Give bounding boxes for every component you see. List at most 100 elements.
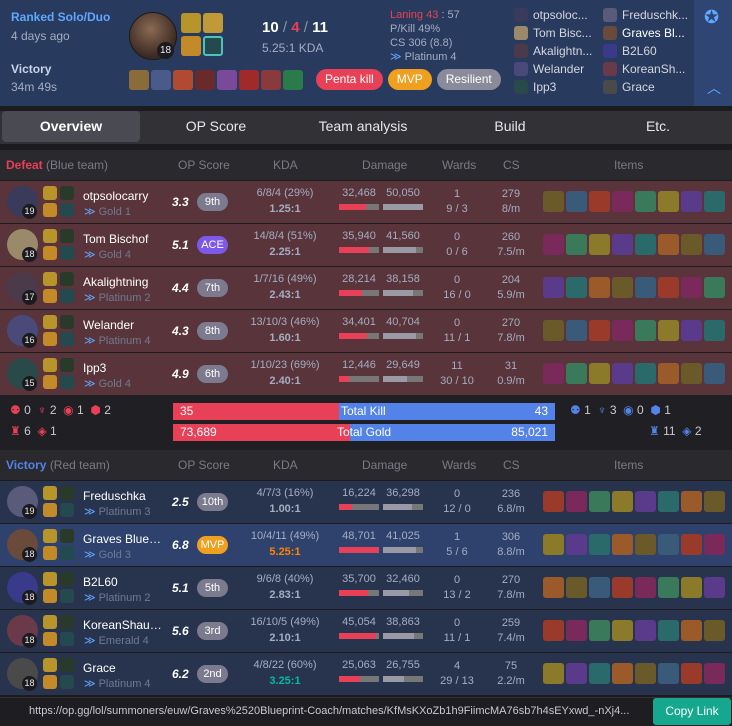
item-icon[interactable] bbox=[681, 663, 702, 684]
item-icon[interactable] bbox=[589, 320, 610, 341]
rune-icon[interactable] bbox=[60, 272, 74, 286]
item-icon[interactable] bbox=[681, 363, 702, 384]
item-icon[interactable] bbox=[589, 663, 610, 684]
rune-icon[interactable] bbox=[203, 36, 223, 56]
spell-icon[interactable] bbox=[43, 315, 57, 329]
item-icon[interactable] bbox=[261, 70, 281, 90]
item-icon[interactable] bbox=[566, 277, 587, 298]
item-icon[interactable] bbox=[543, 277, 564, 298]
rune-icon[interactable] bbox=[60, 503, 74, 517]
item-icon[interactable] bbox=[195, 70, 215, 90]
item-icon[interactable] bbox=[566, 577, 587, 598]
player-name[interactable]: Akalightning bbox=[83, 275, 165, 289]
player-name[interactable]: Tom Bischof bbox=[83, 232, 165, 246]
item-icon[interactable] bbox=[658, 191, 679, 212]
item-icon[interactable] bbox=[283, 70, 303, 90]
list-item[interactable]: B2L60 bbox=[603, 42, 688, 60]
spell-icon[interactable] bbox=[43, 358, 57, 372]
item-icon[interactable] bbox=[566, 534, 587, 555]
spell-icon[interactable] bbox=[43, 675, 57, 689]
item-icon[interactable] bbox=[151, 70, 171, 90]
item-icon[interactable] bbox=[635, 577, 656, 598]
item-icon[interactable] bbox=[658, 277, 679, 298]
item-icon[interactable] bbox=[589, 577, 610, 598]
item-icon[interactable] bbox=[704, 320, 725, 341]
item-icon[interactable] bbox=[589, 363, 610, 384]
item-icon[interactable] bbox=[589, 534, 610, 555]
item-icon[interactable] bbox=[681, 620, 702, 641]
spell-icon[interactable] bbox=[43, 375, 57, 389]
spell-icon[interactable] bbox=[43, 332, 57, 346]
spell-icon[interactable] bbox=[43, 546, 57, 560]
item-icon[interactable] bbox=[612, 620, 633, 641]
chevron-up-icon[interactable]: ︿ bbox=[707, 78, 721, 98]
item-icon[interactable] bbox=[658, 363, 679, 384]
player-name[interactable]: KoreanShaun... bbox=[83, 618, 165, 632]
rune-icon[interactable] bbox=[60, 289, 74, 303]
item-icon[interactable] bbox=[566, 191, 587, 212]
list-item[interactable]: Freduschk... bbox=[603, 6, 688, 24]
player-name[interactable]: B2L60 bbox=[83, 575, 165, 589]
item-icon[interactable] bbox=[635, 491, 656, 512]
spell-icon[interactable] bbox=[43, 246, 57, 260]
item-icon[interactable] bbox=[658, 620, 679, 641]
rune-icon[interactable] bbox=[60, 203, 74, 217]
item-icon[interactable] bbox=[612, 363, 633, 384]
rune-icon[interactable] bbox=[60, 375, 74, 389]
item-icon[interactable] bbox=[704, 663, 725, 684]
tab-build[interactable]: Build bbox=[470, 111, 550, 142]
item-icon[interactable] bbox=[704, 363, 725, 384]
item-icon[interactable] bbox=[566, 491, 587, 512]
item-icon[interactable] bbox=[589, 491, 610, 512]
tab-etc[interactable]: Etc. bbox=[620, 111, 696, 142]
item-icon[interactable] bbox=[612, 320, 633, 341]
tab-op-score[interactable]: OP Score bbox=[160, 111, 272, 142]
player-name[interactable]: Grace bbox=[83, 661, 165, 675]
item-icon[interactable] bbox=[704, 191, 725, 212]
rune-icon[interactable] bbox=[60, 246, 74, 260]
tracker-icon[interactable]: ✪ bbox=[704, 7, 719, 28]
item-icon[interactable] bbox=[635, 620, 656, 641]
item-icon[interactable] bbox=[566, 620, 587, 641]
item-icon[interactable] bbox=[658, 491, 679, 512]
item-icon[interactable] bbox=[543, 663, 564, 684]
item-icon[interactable] bbox=[543, 534, 564, 555]
spell-icon[interactable] bbox=[181, 13, 201, 33]
item-icon[interactable] bbox=[589, 620, 610, 641]
item-icon[interactable] bbox=[543, 363, 564, 384]
list-item[interactable]: Tom Bisc... bbox=[514, 24, 592, 42]
item-icon[interactable] bbox=[217, 70, 237, 90]
spell-icon[interactable] bbox=[203, 13, 223, 33]
list-item[interactable]: Ipp3 bbox=[514, 78, 592, 96]
list-item[interactable]: Akalightn... bbox=[514, 42, 592, 60]
item-icon[interactable] bbox=[129, 70, 149, 90]
list-item[interactable]: Welander bbox=[514, 60, 592, 78]
item-icon[interactable] bbox=[681, 534, 702, 555]
item-icon[interactable] bbox=[635, 534, 656, 555]
player-name[interactable]: Ipp3 bbox=[83, 361, 165, 375]
item-icon[interactable] bbox=[658, 663, 679, 684]
tab-team-analysis[interactable]: Team analysis bbox=[300, 111, 426, 142]
item-icon[interactable] bbox=[566, 320, 587, 341]
item-icon[interactable] bbox=[704, 534, 725, 555]
item-icon[interactable] bbox=[566, 234, 587, 255]
tab-overview[interactable]: Overview bbox=[2, 111, 140, 142]
item-icon[interactable] bbox=[589, 234, 610, 255]
item-icon[interactable] bbox=[543, 320, 564, 341]
item-icon[interactable] bbox=[543, 234, 564, 255]
rune-icon[interactable] bbox=[60, 615, 74, 629]
spell-icon[interactable] bbox=[43, 186, 57, 200]
item-icon[interactable] bbox=[681, 320, 702, 341]
item-icon[interactable] bbox=[635, 663, 656, 684]
item-icon[interactable] bbox=[612, 191, 633, 212]
item-icon[interactable] bbox=[543, 191, 564, 212]
item-icon[interactable] bbox=[635, 191, 656, 212]
item-icon[interactable] bbox=[704, 577, 725, 598]
item-icon[interactable] bbox=[566, 663, 587, 684]
rune-icon[interactable] bbox=[60, 186, 74, 200]
item-icon[interactable] bbox=[612, 663, 633, 684]
spell-icon[interactable] bbox=[43, 632, 57, 646]
item-icon[interactable] bbox=[239, 70, 259, 90]
rune-icon[interactable] bbox=[60, 546, 74, 560]
rune-icon[interactable] bbox=[60, 632, 74, 646]
